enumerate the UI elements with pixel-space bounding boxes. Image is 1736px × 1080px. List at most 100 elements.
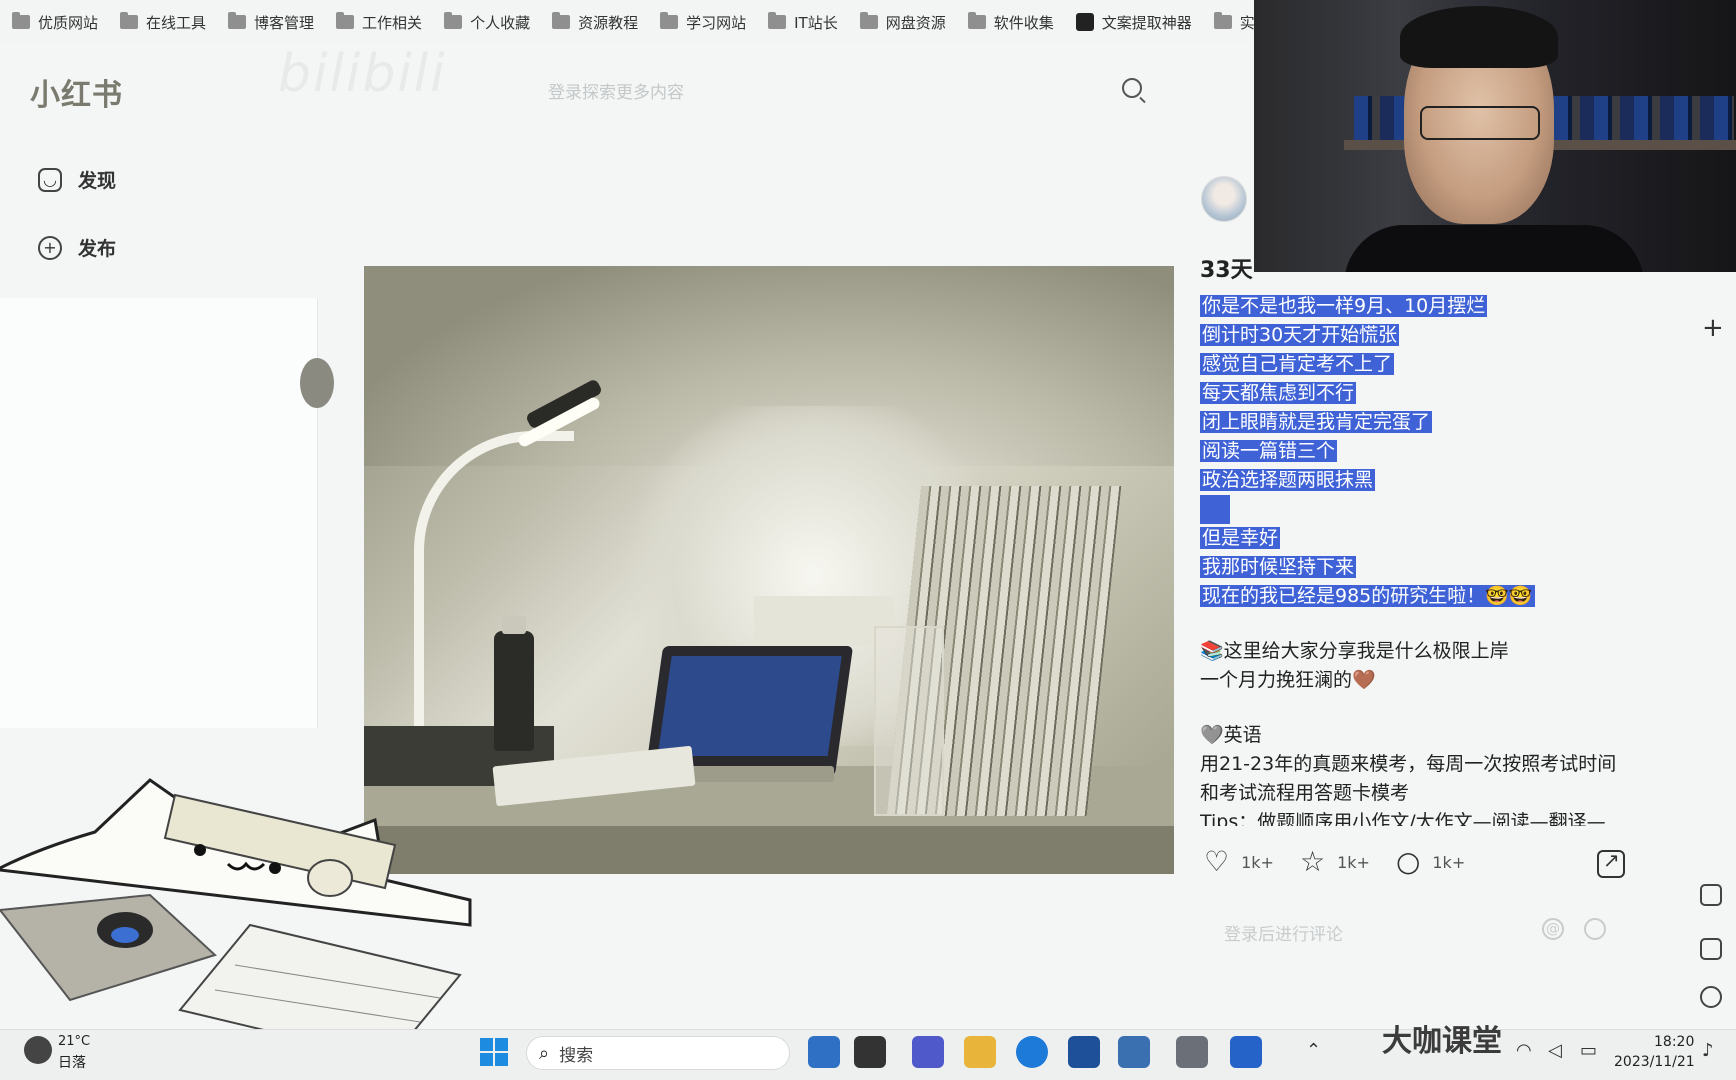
bottle-cap (502, 616, 526, 634)
note-line: 用21-23年的真题来模考，每周一次按照考试时间 (1200, 753, 1617, 775)
file-explorer-icon[interactable] (964, 1036, 996, 1068)
bookmark-link[interactable]: 文案提取神器 (1075, 12, 1192, 33)
taskbar-search-label: 搜索 (559, 1045, 594, 1066)
bookmark-label: 工作相关 (362, 13, 423, 32)
bookmark-folder[interactable]: 工作相关 (336, 12, 422, 33)
selected-text: 政治选择题两眼抹黑 (1200, 469, 1376, 491)
nav-label: 发布 (78, 238, 117, 260)
translate-icon[interactable] (1700, 884, 1722, 906)
folder-icon (336, 12, 355, 29)
folder-icon (228, 12, 247, 29)
note-line: 🩶英语 (1200, 724, 1262, 746)
selected-blank-line (1200, 495, 1230, 524)
widgets-app-icon[interactable] (808, 1036, 840, 1068)
author-avatar[interactable] (1201, 176, 1247, 222)
search-input[interactable]: 登录探索更多内容 (548, 78, 684, 103)
home-icon: ◡ (38, 167, 62, 192)
bookmark-folder[interactable]: 学习网站 (660, 12, 746, 33)
heart-icon: ♡ (1204, 845, 1230, 878)
comment-button[interactable]: ○ 1k+ (1396, 848, 1465, 876)
bookmark-folder[interactable]: 软件收集 (967, 12, 1054, 33)
feed-panel (0, 298, 318, 728)
sidebar-toggle-icon[interactable] (1700, 938, 1722, 960)
note-line-highlighted: 倒计时30天才开始慌张 (1200, 321, 1670, 350)
selected-text: 倒计时30天才开始慌张 (1200, 324, 1400, 346)
folder-icon (12, 12, 30, 29)
selected-text: 现在的我已经是985的研究生啦！🤓🤓 (1200, 585, 1535, 607)
weather-temperature[interactable]: 21°C (58, 1034, 90, 1049)
laptop-screen (657, 656, 842, 756)
gear-icon[interactable] (1700, 986, 1722, 1008)
app-icon (1075, 13, 1094, 31)
engagement-bar: ♡ 1k+ ☆ 1k+ ○ 1k+ (1204, 848, 1491, 876)
notification-bell-icon[interactable]: ♪ (1702, 1040, 1714, 1061)
folder-icon (768, 12, 787, 29)
webcam-overlay (1254, 0, 1736, 272)
bookmark-folder[interactable]: 在线工具 (120, 12, 206, 33)
nav-item-publish[interactable]: + 发布 (38, 234, 116, 261)
note-line-highlighted: 闭上眼睛就是我肯定完蛋了 (1200, 408, 1670, 437)
selected-text: 我那时候坚持下来 (1200, 556, 1357, 578)
clock-time[interactable]: 18:20 (1654, 1034, 1694, 1050)
presenter-hair (1400, 6, 1558, 68)
chevron-up-icon[interactable]: ⌃ (1306, 1040, 1321, 1061)
scroll-handle (300, 358, 334, 408)
weather-description[interactable]: 日落 (58, 1052, 86, 1072)
comment-input[interactable]: 登录后进行评论 (1224, 920, 1343, 945)
phone-link-icon[interactable] (1230, 1036, 1262, 1068)
bookmark-folder[interactable]: 优质网站 (12, 12, 98, 33)
bookmark-folder[interactable]: 个人收藏 (444, 12, 530, 33)
tools-app-icon[interactable] (1176, 1036, 1208, 1068)
nav-item-discover[interactable]: ◡ 发现 (38, 166, 116, 193)
store-icon[interactable] (1068, 1036, 1100, 1068)
search-icon[interactable] (1122, 78, 1142, 98)
brand-watermark: 大咖课堂 (1382, 1024, 1502, 1059)
bongo-cat-overlay (0, 778, 472, 1040)
edge-browser-icon[interactable] (1016, 1036, 1048, 1068)
windows-start-icon[interactable] (480, 1038, 508, 1066)
collect-button[interactable]: ☆ 1k+ (1300, 848, 1370, 876)
plus-square-icon: + (38, 235, 62, 260)
bookmark-folder[interactable]: 资源教程 (552, 12, 638, 33)
bookmark-label: 个人收藏 (470, 13, 531, 32)
bookmark-folder[interactable]: 博客管理 (228, 12, 314, 33)
weather-icon[interactable] (24, 1036, 52, 1064)
note-line-highlighted: 你是不是也我一样9月、10月摆烂 (1200, 292, 1670, 321)
like-button[interactable]: ♡ 1k+ (1204, 848, 1274, 876)
note-content: 你是不是也我一样9月、10月摆烂 倒计时30天才开始慌张 感觉自己肯定考不上了 … (1200, 292, 1670, 826)
emoji-icon[interactable] (1584, 918, 1606, 940)
volume-icon[interactable]: ◁ (1548, 1040, 1562, 1061)
bookmark-label: 优质网站 (38, 13, 99, 32)
selected-text: 闭上眼睛就是我肯定完蛋了 (1200, 411, 1433, 433)
search-icon: ⌕ (539, 1042, 550, 1064)
folder-icon (120, 12, 139, 29)
mention-icon[interactable]: @ (1542, 918, 1564, 940)
taskbar-search[interactable]: ⌕ 搜索 (526, 1036, 790, 1070)
note-line: 和考试流程用答题卡模考 (1200, 782, 1410, 804)
notepad-icon[interactable] (1118, 1036, 1150, 1068)
wifi-icon[interactable]: ◠ (1516, 1040, 1532, 1061)
like-count: 1k+ (1241, 852, 1274, 872)
bookmark-folder[interactable]: IT站长 (768, 12, 838, 33)
nav-label: 发现 (78, 170, 117, 192)
share-icon[interactable] (1597, 848, 1625, 878)
note-line-highlighted (1200, 495, 1670, 524)
battery-icon[interactable]: ▭ (1580, 1040, 1597, 1061)
paper-sheet (754, 596, 894, 646)
task-view-icon[interactable] (854, 1036, 886, 1068)
bottle (494, 631, 534, 751)
mouse-pad (0, 893, 217, 1002)
selected-text: 你是不是也我一样9月、10月摆烂 (1200, 295, 1488, 317)
bookmark-label: IT站长 (794, 13, 838, 32)
folder-icon (552, 12, 571, 29)
bookmark-folder[interactable]: 网盘资源 (859, 12, 946, 33)
note-line-highlighted: 每天都焦虑到不行 (1200, 379, 1670, 408)
note-line: 一个月力挽狂澜的🤎 (1200, 669, 1376, 691)
note-line-highlighted: 感觉自己肯定考不上了 (1200, 350, 1670, 379)
teams-icon[interactable] (912, 1036, 944, 1068)
clock-date[interactable]: 2023/11/21 (1614, 1054, 1695, 1070)
site-logo[interactable]: 小红书 (30, 70, 123, 114)
add-icon[interactable]: + (1702, 313, 1724, 343)
presenter-glasses (1420, 106, 1540, 140)
